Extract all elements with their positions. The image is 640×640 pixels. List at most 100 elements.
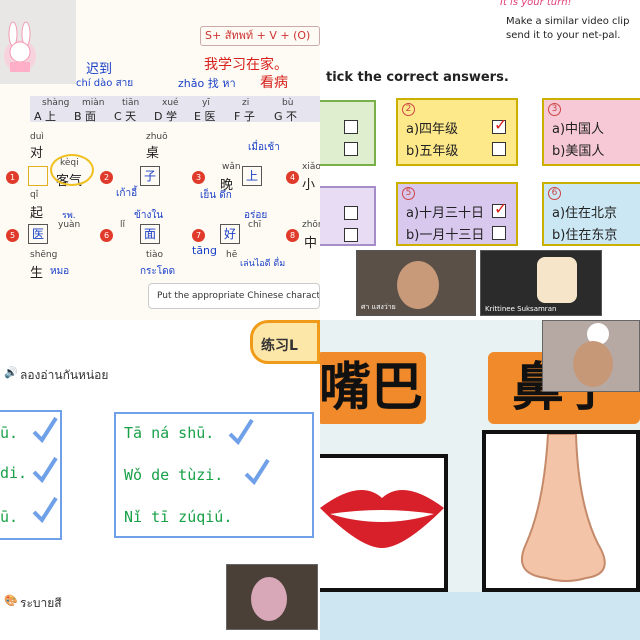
choice-label: A 上	[34, 110, 57, 123]
hand-note: หมอ	[50, 266, 70, 277]
item-char: 桌	[146, 146, 160, 161]
choice-pinyin: miàn	[82, 98, 105, 108]
item-pinyin: duì	[30, 132, 44, 142]
section2-heading: ระบายสี	[20, 596, 62, 610]
item-number: 8	[286, 229, 299, 242]
item-number: 1	[6, 171, 19, 184]
bunny-avatar-tile	[0, 0, 76, 84]
hand-note: เมื่อเช้า	[248, 142, 280, 153]
hand-note: เล่นไอดี ดื่ม	[240, 259, 286, 269]
hand-note: รพ.	[62, 211, 76, 221]
item-char: 中	[304, 236, 318, 251]
checkbox[interactable]	[344, 120, 358, 134]
nose-icon	[521, 433, 606, 582]
practice-badge: 练习L	[250, 320, 320, 364]
participant-name: ศา แสงว่าย	[361, 303, 396, 311]
hand-sick: 看病	[260, 75, 288, 91]
checkbox[interactable]	[344, 142, 358, 156]
blank-box[interactable]: 子	[140, 166, 160, 186]
bear-avatar-icon	[537, 257, 577, 303]
checkbox[interactable]: ✓	[492, 199, 507, 218]
reading-heading: ลองอ่านกันหน่อย	[20, 368, 109, 382]
practice-label: 练习L	[261, 338, 298, 354]
checkbox[interactable]	[492, 142, 506, 156]
banner-line-1: Make a similar video clip	[506, 16, 630, 27]
choice-label: E 医	[194, 110, 216, 123]
item-number: 6	[100, 229, 113, 242]
checkbox[interactable]	[344, 228, 358, 242]
item-number: 2	[100, 171, 113, 184]
card-number: 6	[548, 187, 561, 200]
answer-option: b)住在东京	[552, 228, 618, 243]
choice-label: B 面	[74, 110, 97, 123]
grammar-note: S+ สัทพท์ + V + (O)	[200, 26, 320, 46]
hand-chidao-pinyin: chí dào สาย	[76, 78, 134, 89]
answer-card: 3 a)中国人 b)美国人	[542, 98, 640, 166]
lips-icon	[320, 490, 444, 548]
instruction: tick the correct answers.	[326, 70, 509, 85]
hand-note: กระโดด	[140, 266, 176, 277]
banner: It is your turn!	[492, 0, 640, 14]
participant-face	[397, 261, 439, 309]
answer-option: a)中国人	[552, 122, 605, 137]
item-number: 7	[192, 229, 205, 242]
blank-box[interactable]	[28, 166, 48, 186]
video-tile-teacher[interactable]: Krittinee Suksamran	[480, 250, 602, 316]
answer-option: b)美国人	[552, 144, 605, 159]
answer-option: b)一月十三日	[406, 228, 485, 243]
answer-option: a)十月三十日	[406, 206, 485, 221]
answer-option: a)四年级	[406, 122, 459, 137]
participant-name: Krittinee Suksamran	[485, 305, 557, 313]
reading-panel: 练习L 🔊 ลองอ่านกันหน่อย ū. di. ū. Tā ná sh…	[0, 320, 320, 640]
whiteboard-panel: S+ สัทพท์ + V + (O) 迟到 chí dào สาย 我学习在家…	[0, 0, 320, 320]
answer-option: a)住在北京	[552, 206, 618, 221]
choice-pinyin: xué	[162, 98, 179, 108]
item-pinyin: wǎn	[222, 162, 241, 172]
item-extra-pinyin: qǐ	[30, 190, 39, 200]
video-tile-self[interactable]	[226, 564, 318, 630]
answer-card: 5 a)十月三十日 ✓ b)一月十三日	[396, 182, 518, 246]
item-number: 4	[286, 171, 299, 184]
decor-strip	[320, 592, 640, 640]
card-number: 2	[402, 103, 415, 116]
choice-pinyin: tiān	[122, 98, 140, 108]
answer-card	[320, 186, 376, 246]
choice-pinyin: zi	[242, 98, 250, 108]
item-char: 小	[302, 178, 316, 193]
checkbox[interactable]	[492, 226, 506, 240]
hand-note: อร่อย	[244, 210, 268, 221]
choice-pinyin: yī	[202, 98, 210, 108]
card-number: 5	[402, 187, 415, 200]
choice-label: D 学	[154, 110, 177, 123]
item-pinyin: xiǎo	[302, 162, 320, 172]
choice-label: F 子	[234, 110, 255, 123]
nose-image-frame	[482, 430, 640, 592]
highlight-circle	[50, 154, 94, 186]
blank-box[interactable]: 面	[140, 224, 160, 244]
blank-box[interactable]: 医	[28, 224, 48, 244]
video-tile-participant[interactable]	[542, 320, 640, 392]
banner-text: It is your turn!	[500, 0, 572, 8]
item-char: 对	[30, 146, 44, 161]
answer-card	[320, 100, 376, 166]
choice-label: C 天	[114, 110, 137, 123]
video-tile-student[interactable]: ศา แสงว่าย	[356, 250, 476, 316]
blank-box[interactable]: 好	[220, 224, 240, 244]
hand-note: เก้าอี้	[116, 188, 138, 199]
worksheet-panel: It is your turn! Make a similar video cl…	[320, 0, 640, 320]
checkbox[interactable]: ✓	[492, 115, 507, 134]
card-number: 3	[548, 103, 561, 116]
item-extra-pinyin: tiào	[146, 250, 164, 260]
speaker-icon: 🔊	[4, 366, 18, 379]
item-extra-pinyin: hē	[226, 250, 238, 260]
choice-pinyin: shàng	[42, 98, 70, 108]
item-extra-char: 起	[30, 206, 44, 221]
vocabulary-panel: 嘴巴 鼻子	[320, 320, 640, 640]
check-marks	[32, 416, 270, 524]
blank-box[interactable]: 上	[242, 166, 262, 186]
hand-tang: tāng	[192, 244, 218, 257]
item-number: 3	[192, 171, 205, 184]
word-tile-mouth: 嘴巴	[320, 352, 426, 424]
checkbox[interactable]	[344, 206, 358, 220]
hand-chidao: 迟到	[86, 62, 113, 77]
